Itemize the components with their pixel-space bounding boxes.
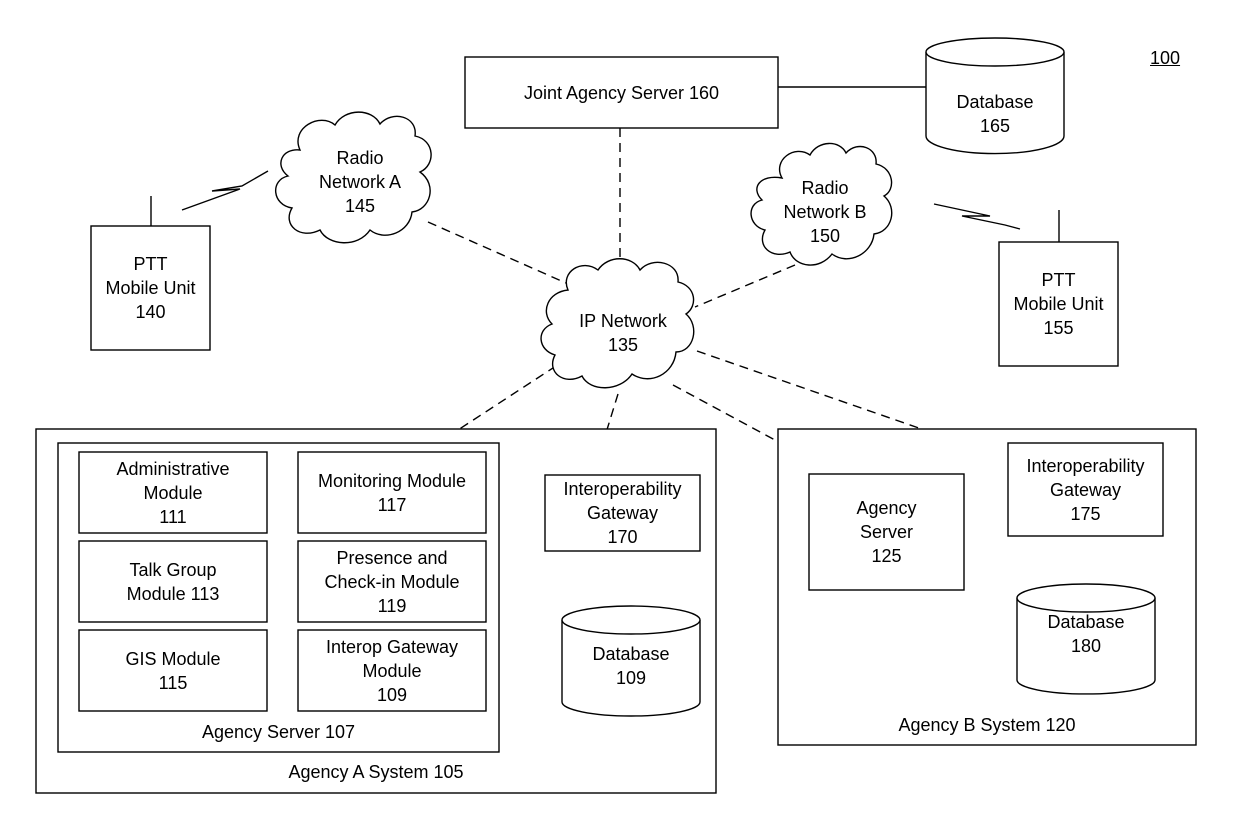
talk-group-module-label: Talk Group Module 113: [126, 559, 220, 604]
interop-gateway-170-label: Interoperability Gateway 170: [563, 479, 682, 547]
wireless-link-155-icon: [933, 203, 1021, 230]
monitoring-module-label: Monitoring Module 117: [317, 470, 467, 515]
gis-module-label: GIS Module 115: [125, 648, 221, 693]
agency-a-system-label: Agency A System 105: [288, 762, 464, 782]
ptt-mobile-unit-140-label: PTT Mobile Unit 140: [105, 254, 196, 322]
figure-number: 100: [1150, 48, 1181, 68]
connector-radio-b-ip-network: [694, 264, 796, 308]
radio-network-a-label: Radio Network A 145: [318, 148, 402, 216]
database-165-label: Database 165: [956, 92, 1034, 136]
agency-server-125-label: Agency Server 125: [856, 498, 917, 566]
ptt-mobile-unit-155-label: PTT Mobile Unit 155: [1013, 270, 1104, 338]
presence-module-label: Presence and Check-in Module 119: [324, 547, 460, 616]
interop-gateway-module-label: Interop Gateway Module 109: [325, 636, 459, 705]
connector-radio-a-ip-network: [427, 221, 567, 284]
database-180-label: Database 180: [1047, 612, 1125, 656]
radio-network-b-label: Radio Network B 150: [783, 178, 867, 246]
joint-agency-server-label: Joint Agency Server 160: [523, 82, 720, 103]
agency-b-system-label: Agency B System 120: [898, 715, 1076, 735]
wireless-link-140-icon: [181, 170, 269, 211]
ip-network-label: IP Network 135: [579, 311, 667, 355]
administrative-module-label: Administrative Module 111: [116, 458, 230, 527]
interop-gateway-175-label: Interoperability Gateway 175: [1026, 455, 1145, 524]
database-109-label: Database 109: [592, 644, 670, 688]
agency-server-107-label: Agency Server 107: [201, 722, 356, 742]
